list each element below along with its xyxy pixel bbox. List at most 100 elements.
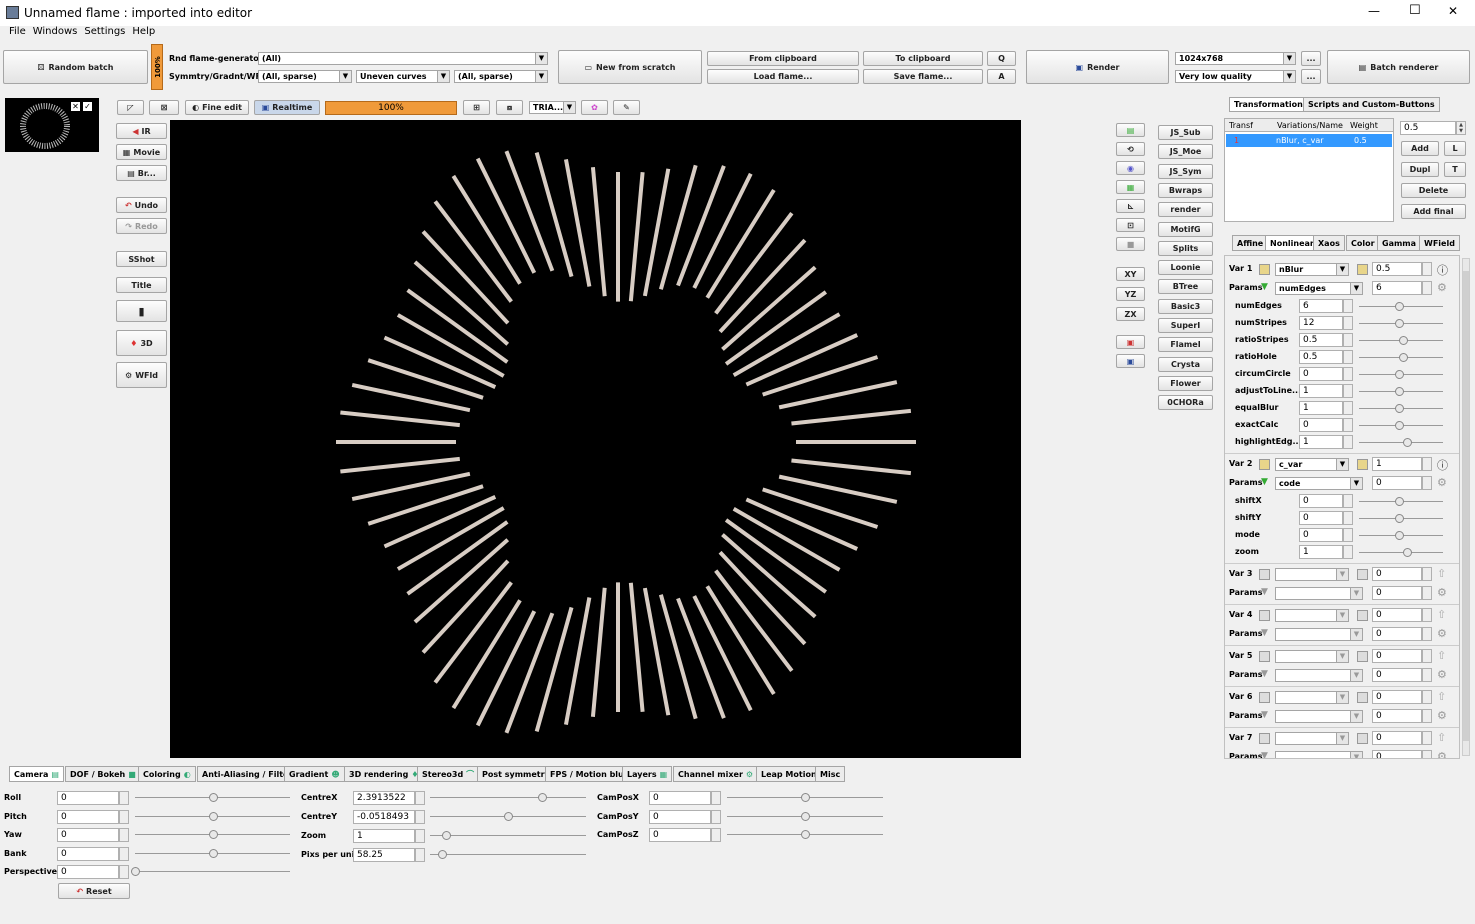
param-input[interactable]: 0 [1299,418,1343,432]
move-up-icon[interactable]: ⇧ [1437,567,1446,580]
camera-param-input[interactable]: 0 [649,828,711,842]
variation-select[interactable] [1275,609,1349,622]
variation-amount[interactable]: 0 [1372,690,1422,704]
tool-scale-button[interactable]: ◉ [1116,161,1145,175]
params-expand-icon[interactable]: ▼ [1261,587,1268,597]
camera-param-spinner[interactable] [119,809,129,824]
script-button[interactable]: Splits [1158,240,1213,256]
render-button[interactable]: ▣ Render [1026,50,1169,84]
delete-button[interactable]: Delete [1401,183,1466,198]
param-value[interactable]: 0 [1372,586,1422,600]
l-button[interactable]: L [1444,141,1466,156]
amount-spinner[interactable] [1422,649,1432,663]
table-row[interactable]: 1 nBlur, c_var 0.5 [1226,134,1392,147]
link-icon[interactable] [1357,264,1368,275]
tool-pattern-button[interactable]: ⊡ [1116,218,1145,232]
camera-slider-track[interactable] [135,871,290,872]
link-icon[interactable] [1357,459,1368,470]
camera-param-input[interactable]: 0 [57,865,119,879]
param-slider-knob[interactable] [1395,404,1404,413]
param-value[interactable]: 0 [1372,476,1422,490]
frame-toggle-button[interactable]: ⧈ [496,100,523,115]
param-spinner[interactable] [1422,750,1432,758]
close-button[interactable]: ✕ [1448,4,1458,18]
variation-select[interactable] [1275,732,1349,745]
variation-amount[interactable]: 0.5 [1372,262,1422,276]
param-input[interactable]: 1 [1299,435,1343,449]
variation-select[interactable] [1275,691,1349,704]
movie-button[interactable]: ▦ Movie [116,144,167,160]
param-select[interactable] [1275,751,1363,758]
camera-slider-track[interactable] [430,835,586,836]
color-toggle-button[interactable]: ✿ [581,100,608,115]
minimize-button[interactable]: — [1368,4,1380,18]
camera-param-input[interactable]: 0 [57,809,119,824]
param-spinner[interactable] [1422,627,1432,641]
wfield-button[interactable]: ⚙ WFld [116,362,167,388]
move-up-icon[interactable]: ⇧ [1437,608,1446,621]
tab-nonlinear[interactable]: Nonlinear [1265,235,1319,251]
snapshot-button[interactable]: SShot [116,251,167,267]
tab-transformations[interactable]: Transformations [1229,97,1313,112]
move-up-icon[interactable]: ⇧ [1437,731,1446,744]
script-button[interactable]: Crysta [1158,356,1213,372]
browser-button[interactable]: ▤ Br... [116,165,167,181]
camera-param-spinner[interactable] [711,791,721,805]
variation-amount[interactable]: 0 [1372,649,1422,663]
gear-icon[interactable]: ⚙ [1437,709,1447,722]
camera-param-spinner[interactable] [711,828,721,842]
param-spinner[interactable] [1343,418,1353,432]
param-value[interactable]: 0 [1372,750,1422,758]
param-input[interactable]: 0 [1299,367,1343,381]
script-button[interactable]: Flower [1158,375,1213,391]
bottom-tab-leap-motion[interactable]: Leap Motion [756,766,822,782]
to-clipboard-button[interactable]: To clipboard [863,51,983,66]
camera-param-spinner[interactable] [119,791,129,805]
param-spinner[interactable] [1343,299,1353,313]
link-icon[interactable] [1357,651,1368,662]
menu-help[interactable]: Help [132,26,155,37]
flame-preview[interactable] [170,120,1021,758]
nonlinear-scrollbar[interactable] [1462,258,1470,756]
script-button[interactable]: BTree [1158,279,1213,295]
script-button[interactable]: SuperI [1158,318,1213,333]
weight-input[interactable]: 0.5 [1400,121,1456,135]
camera-slider-knob[interactable] [441,831,451,840]
camera-slider-knob[interactable] [131,867,140,876]
link-icon[interactable] [1357,733,1368,744]
param-spinner[interactable] [1422,668,1432,682]
tool-axis-button[interactable]: ⊾ [1116,199,1145,213]
gear-icon[interactable]: ⚙ [1437,586,1447,599]
bottom-tab-coloring[interactable]: Coloring ◐ [138,766,196,782]
link-icon[interactable] [1357,692,1368,703]
film-button[interactable]: ▮ [116,300,167,322]
param-slider-knob[interactable] [1395,302,1404,311]
script-button[interactable]: Bwraps [1158,182,1213,198]
resolution-select[interactable]: 1024x768 [1175,52,1296,65]
tool-solid-button[interactable]: ■ [1116,237,1145,251]
add-final-button[interactable]: Add final [1401,204,1466,219]
weight-spinner[interactable]: ▲ ▼ [1456,121,1466,135]
camera-param-input[interactable]: -0.0518493 [353,810,415,824]
camera-param-spinner[interactable] [415,810,425,824]
camera-slider-knob[interactable] [504,812,513,821]
params-expand-icon[interactable]: ▼ [1261,669,1268,679]
rnd-generator-select[interactable]: (All) [258,52,548,65]
param-value[interactable]: 6 [1372,281,1422,295]
param-slider-knob[interactable] [1395,370,1404,379]
param-spinner[interactable] [1343,333,1353,347]
bottom-tab-3d-rendering[interactable]: 3D rendering ♦ [344,766,424,782]
param-slider-knob[interactable] [1395,497,1404,506]
bottom-tab-misc[interactable]: Misc [815,766,846,782]
params-expand-icon[interactable]: ▼ [1261,628,1268,638]
camera-slider-knob[interactable] [801,811,810,821]
camera-slider-knob[interactable] [208,811,218,821]
camera-param-input[interactable]: 1 [353,829,415,843]
param-slider-knob[interactable] [1395,387,1404,396]
duplicate-button[interactable]: Dupl [1401,162,1439,177]
bottom-tab-anti-aliasing-filter[interactable]: Anti-Aliasing / Filter [197,766,298,782]
script-button[interactable]: FlameI [1158,337,1213,353]
param-spinner[interactable] [1422,709,1432,723]
param-spinner[interactable] [1422,586,1432,600]
camera-param-spinner[interactable] [119,865,129,879]
